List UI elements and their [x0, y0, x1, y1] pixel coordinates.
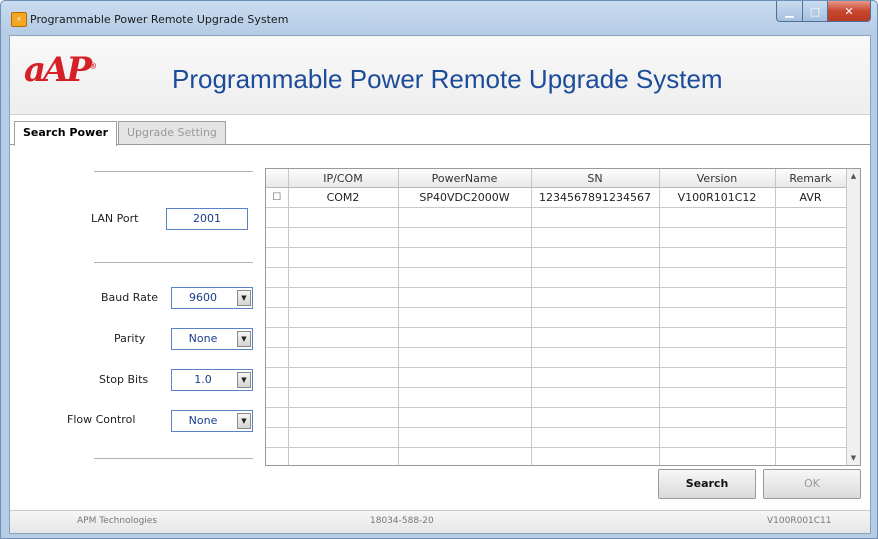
stop-bits-select[interactable]: 1.0 ▼ — [171, 369, 253, 391]
table-row-empty — [266, 387, 847, 408]
status-phone: 18034-588-20 — [370, 516, 434, 526]
table-row-empty — [266, 447, 847, 465]
tab-bar: Search Power Upgrade Setting — [10, 120, 870, 146]
title-bar[interactable]: ⚡ Programmable Power Remote Upgrade Syst… — [1, 1, 877, 35]
baud-rate-select[interactable]: 9600 ▼ — [171, 287, 253, 309]
minimize-button[interactable]: ▁ — [776, 1, 803, 22]
close-button[interactable]: ✕ — [828, 1, 871, 22]
parity-select[interactable]: None ▼ — [171, 328, 253, 350]
column-header-version[interactable]: Version — [659, 169, 776, 188]
flow-control-value: None — [188, 414, 218, 427]
table-row-empty — [266, 207, 847, 228]
search-button[interactable]: Search — [658, 469, 756, 499]
window-title: Programmable Power Remote Upgrade System — [30, 13, 289, 26]
lan-port-label: LAN Port — [91, 212, 139, 225]
row-checkbox[interactable]: ☐ — [266, 187, 289, 208]
device-table: IP/COM PowerName SN Version Remark ☐ COM… — [265, 168, 861, 466]
baud-rate-label: Baud Rate — [101, 291, 158, 304]
divider — [94, 458, 253, 459]
brand-logo: aAP® — [24, 50, 97, 90]
chevron-down-icon[interactable]: ▼ — [237, 290, 251, 306]
parity-value: None — [188, 332, 218, 345]
divider — [94, 262, 253, 263]
table-row-empty — [266, 327, 847, 348]
maximize-icon: □ — [809, 4, 821, 18]
connection-settings-panel: LAN Port 2001 Baud Rate 9600 ▼ Parity No… — [10, 146, 265, 486]
status-version: V100R001C11 — [767, 516, 832, 526]
status-bar: APM Technologies 18034-588-20 V100R001C1… — [10, 510, 870, 533]
scroll-up-icon[interactable]: ▲ — [847, 172, 860, 180]
cell-powername: SP40VDC2000W — [398, 187, 532, 208]
page-title: Programmable Power Remote Upgrade System — [172, 64, 723, 94]
table-row-empty — [266, 227, 847, 248]
table-row-empty — [266, 307, 847, 328]
header-banner: aAP® Programmable Power Remote Upgrade S… — [10, 36, 870, 115]
cell-remark: AVR — [775, 187, 847, 208]
app-icon: ⚡ — [11, 12, 27, 27]
lan-port-input[interactable]: 2001 — [166, 208, 248, 230]
table-row-empty — [266, 287, 847, 308]
baud-rate-value: 9600 — [189, 291, 217, 304]
minimize-icon: ▁ — [785, 4, 794, 18]
maximize-button[interactable]: □ — [803, 1, 828, 22]
cell-sn: 1234567891234567 — [531, 187, 660, 208]
table-row-empty — [266, 427, 847, 448]
table-row-empty — [266, 367, 847, 388]
stop-bits-value: 1.0 — [194, 373, 212, 386]
status-company: APM Technologies — [77, 516, 158, 526]
table-row-empty — [266, 407, 847, 428]
client-area: aAP® Programmable Power Remote Upgrade S… — [9, 35, 871, 534]
chevron-down-icon[interactable]: ▼ — [237, 331, 251, 347]
table-row-empty — [266, 267, 847, 288]
close-icon: ✕ — [844, 4, 854, 18]
chevron-down-icon[interactable]: ▼ — [237, 413, 251, 429]
scroll-down-icon[interactable]: ▼ — [847, 454, 860, 462]
table-row-empty — [266, 347, 847, 368]
column-header-ip-com[interactable]: IP/COM — [288, 169, 399, 188]
window-controls: ▁ □ ✕ — [776, 1, 871, 22]
divider — [94, 171, 253, 172]
table-header-row: IP/COM PowerName SN Version Remark — [266, 169, 847, 188]
parity-label: Parity — [114, 332, 146, 345]
stop-bits-label: Stop Bits — [99, 373, 149, 386]
app-window: ⚡ Programmable Power Remote Upgrade Syst… — [0, 0, 878, 539]
table-row[interactable]: ☐ COM2 SP40VDC2000W 1234567891234567 V10… — [266, 187, 847, 208]
flow-control-select[interactable]: None ▼ — [171, 410, 253, 432]
column-header-powername[interactable]: PowerName — [398, 169, 532, 188]
cell-ip-com: COM2 — [288, 187, 399, 208]
tab-upgrade-setting[interactable]: Upgrade Setting — [118, 121, 226, 144]
column-header-select — [266, 169, 289, 188]
ok-button[interactable]: OK — [763, 469, 861, 499]
column-header-remark[interactable]: Remark — [775, 169, 847, 188]
column-header-sn[interactable]: SN — [531, 169, 660, 188]
chevron-down-icon[interactable]: ▼ — [237, 372, 251, 388]
flow-control-label: Flow Control — [67, 413, 136, 426]
tab-search-power[interactable]: Search Power — [14, 121, 118, 146]
vertical-scrollbar[interactable]: ▲ ▼ — [846, 169, 860, 465]
table-row-empty — [266, 247, 847, 268]
cell-version: V100R101C12 — [659, 187, 776, 208]
